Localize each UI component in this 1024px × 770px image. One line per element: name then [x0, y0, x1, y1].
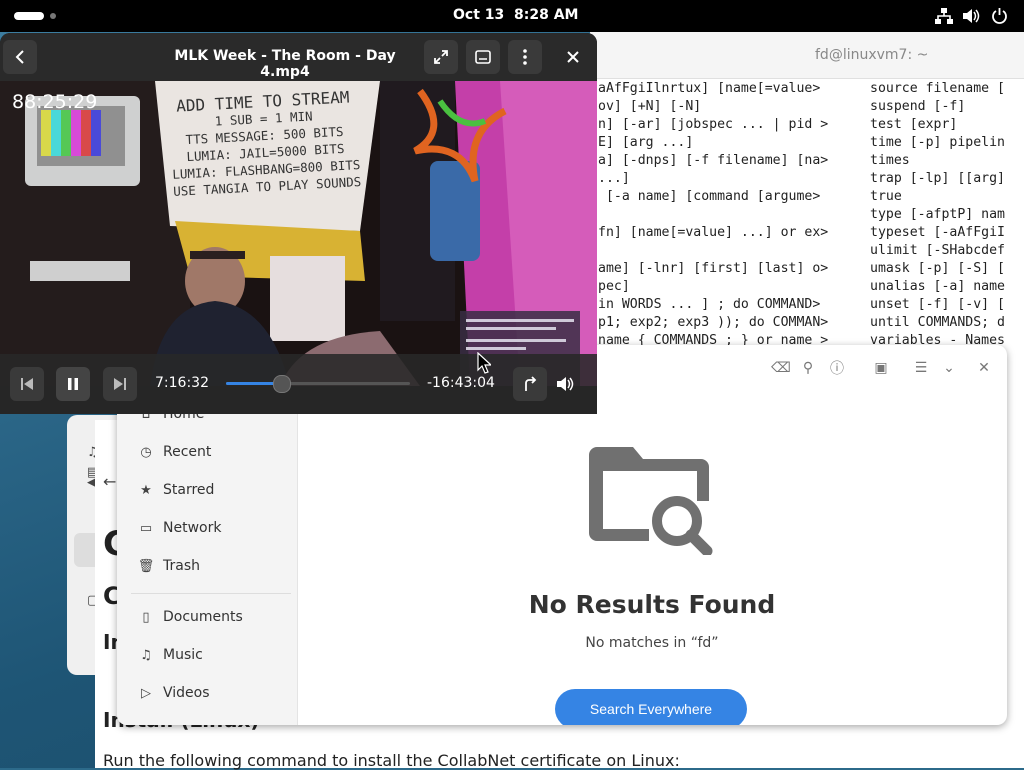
- chevron-left-icon: [15, 50, 24, 64]
- folder-search-icon[interactable]: ▣: [872, 359, 890, 377]
- trash-icon: 🗑: [137, 558, 155, 574]
- remaining-time: -16:43:04: [427, 375, 495, 391]
- sidebar-item-starred[interactable]: ★ Starred: [137, 475, 214, 505]
- pause-button[interactable]: [56, 367, 90, 401]
- next-button[interactable]: [103, 367, 137, 401]
- video-sign-text: ADD TIME TO STREAM 1 SUB = 1 MIN TTS MES…: [171, 87, 362, 199]
- star-icon: ★: [140, 482, 152, 498]
- volume-button[interactable]: [548, 367, 582, 401]
- terminal-titlebar[interactable]: fd@linuxvm7: ~: [590, 32, 1024, 79]
- skip-back-icon: [21, 378, 33, 390]
- clock-icon: ◷: [140, 444, 152, 460]
- sidebar-item-trash[interactable]: 🗑 Trash: [137, 551, 200, 581]
- sidebar-item-videos[interactable]: ▷ Videos: [137, 678, 210, 708]
- terminal-title: fd@linuxvm7: ~: [815, 47, 929, 63]
- chevron-down-icon[interactable]: ⌄: [940, 359, 958, 377]
- workspace-indicator[interactable]: [50, 13, 56, 19]
- search-filter-icon[interactable]: ⚲: [799, 359, 817, 377]
- clock-time[interactable]: 8:28 AM: [514, 7, 578, 23]
- seek-handle[interactable]: [273, 375, 292, 393]
- video-player-window[interactable]: MLK Week - The Room - Day 4.mp4 ADD TIME…: [0, 33, 597, 414]
- list-view-icon[interactable]: ☰: [912, 359, 930, 377]
- player-controls: 7:16:32 -16:43:04: [0, 354, 597, 414]
- close-icon: [567, 51, 579, 63]
- empty-state-subtitle: No matches in “fd”: [585, 635, 719, 651]
- document-icon: ▯: [142, 609, 150, 625]
- video-frame[interactable]: ADD TIME TO STREAM 1 SUB = 1 MIN TTS MES…: [0, 81, 597, 386]
- clock-date[interactable]: Oct 13: [453, 7, 504, 23]
- clear-search-icon[interactable]: ⌫: [771, 359, 791, 377]
- info-icon[interactable]: ⓘ: [828, 359, 846, 377]
- video-title: MLK Week - The Room - Day 4.mp4: [174, 48, 396, 80]
- menu-button[interactable]: [508, 40, 542, 74]
- sidebar-item-network[interactable]: ▭ Network: [137, 513, 222, 543]
- close-button[interactable]: [556, 40, 590, 74]
- subtitles-icon: [475, 50, 491, 64]
- sidebar-item-music[interactable]: ♫ Music: [137, 640, 203, 670]
- sidebar-separator: [131, 593, 291, 594]
- empty-state-title: No Results Found: [528, 590, 776, 619]
- network-icon[interactable]: [935, 8, 953, 24]
- back-icon[interactable]: ←: [103, 472, 116, 491]
- player-headerbar[interactable]: MLK Week - The Room - Day 4.mp4: [0, 33, 597, 81]
- network-icon: ▭: [139, 520, 153, 536]
- top-bar: Oct 13 8:28 AM: [0, 0, 1024, 32]
- skip-forward-icon: [114, 378, 126, 390]
- pause-icon: [68, 378, 78, 390]
- activities-button[interactable]: [14, 12, 44, 20]
- back-button[interactable]: [3, 40, 37, 74]
- video-overlay-timer: 88:25:29: [12, 91, 98, 113]
- fullscreen-button[interactable]: [424, 40, 458, 74]
- video-icon: ▷: [141, 685, 151, 701]
- power-icon[interactable]: [991, 7, 1008, 24]
- seek-bar[interactable]: [226, 375, 410, 393]
- kebab-menu-icon: [523, 49, 527, 65]
- subtitles-button[interactable]: [466, 40, 500, 74]
- volume-icon: [557, 377, 574, 391]
- sidebar-item-documents[interactable]: ▯ Documents: [137, 602, 242, 632]
- terminal-output-left: aAfFgiIlnrtux] [name[=value> ov] [+N] [-…: [598, 81, 829, 348]
- rotate-button[interactable]: [513, 367, 547, 401]
- elapsed-time: 7:16:32: [155, 375, 209, 391]
- folder-search-icon: [589, 447, 713, 555]
- install-instructions: Run the following command to install the…: [103, 751, 680, 770]
- fullscreen-icon: [434, 50, 448, 64]
- volume-icon[interactable]: [962, 8, 980, 24]
- music-icon: ♫: [140, 647, 152, 663]
- rotate-icon: [525, 376, 537, 391]
- mouse-pointer-icon: [477, 352, 491, 374]
- close-icon[interactable]: ✕: [975, 359, 993, 377]
- search-everywhere-button[interactable]: Search Everywhere: [555, 689, 747, 725]
- previous-button[interactable]: [10, 367, 44, 401]
- sidebar-item-recent[interactable]: ◷ Recent: [137, 437, 211, 467]
